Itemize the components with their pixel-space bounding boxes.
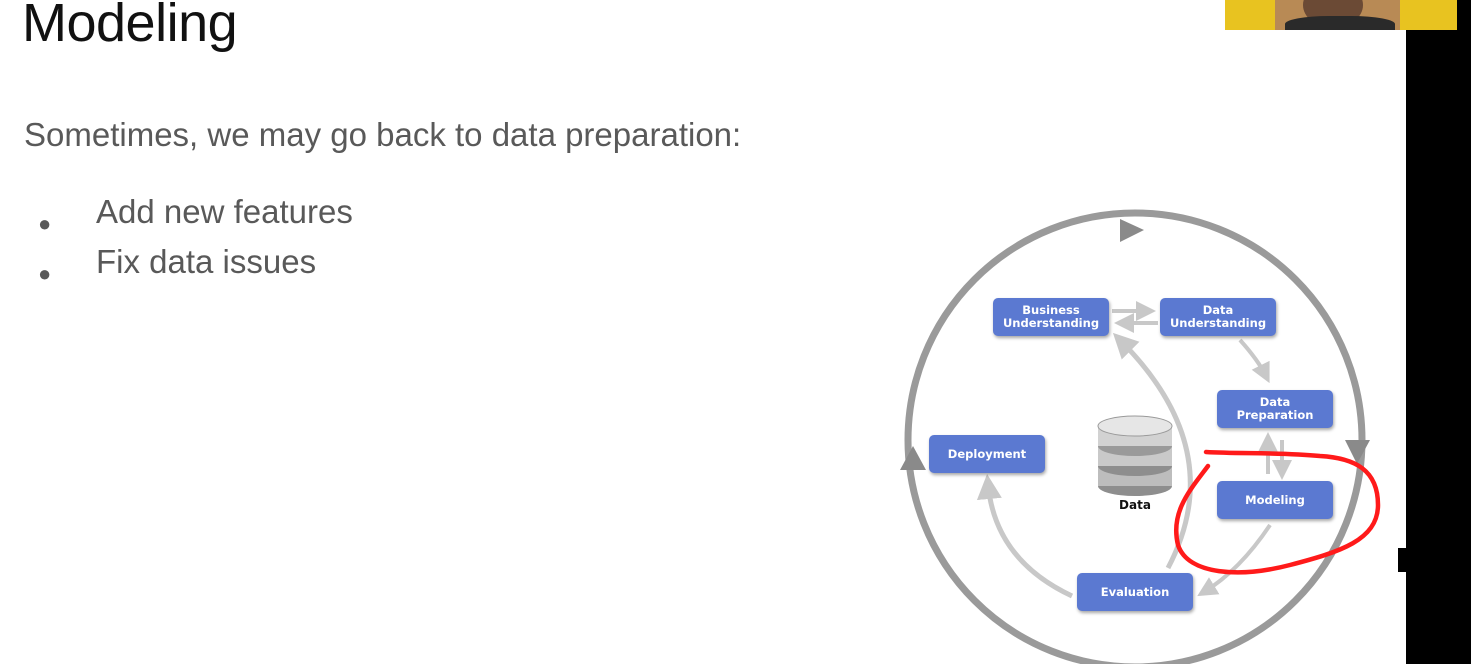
box-data-understanding: Data Understanding xyxy=(1160,298,1276,336)
side-bar-notch xyxy=(1398,548,1406,572)
box-deployment: Deployment xyxy=(929,435,1045,473)
box-evaluation: Evaluation xyxy=(1077,573,1193,611)
ring-arrowhead-top-icon xyxy=(1120,219,1144,242)
arrow-evaluation-to-deployment xyxy=(976,474,1074,599)
ring-arrowhead-left-icon xyxy=(900,446,926,470)
database-icon xyxy=(1097,415,1173,496)
box-data-preparation: Data Preparation xyxy=(1217,390,1333,428)
webcam-thumbnail xyxy=(1225,0,1457,30)
box-modeling: Modeling xyxy=(1217,481,1333,519)
arrow-modeling-to-evaluation xyxy=(1197,523,1272,597)
slide: Modeling Sometimes, we may go back to da… xyxy=(0,0,1406,664)
box-business-understanding: Business Understanding xyxy=(993,298,1109,336)
webcam-person-shirt xyxy=(1285,16,1395,30)
database-label: Data xyxy=(1119,498,1151,512)
arrow-understanding-to-preparation xyxy=(1238,338,1270,384)
side-black-bar xyxy=(1406,0,1471,664)
